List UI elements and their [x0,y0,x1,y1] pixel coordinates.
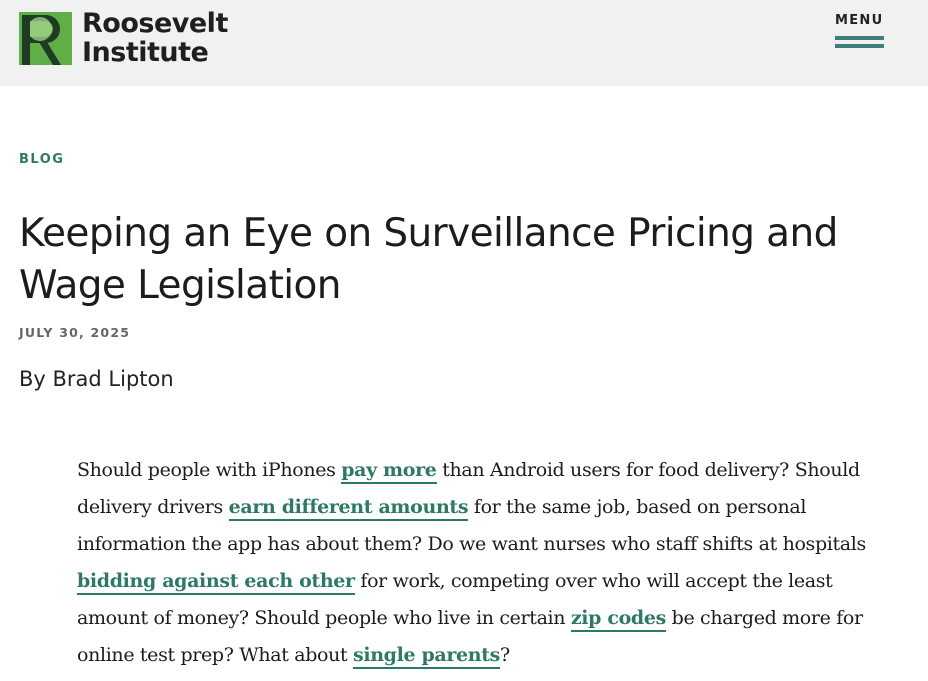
logo-line-2: Institute [82,37,209,68]
byline: By Brad Lipton [19,367,174,391]
site-header: Roosevelt Institute MENU [0,0,928,86]
inline-link[interactable]: earn different amounts [228,496,469,521]
hamburger-bar-bottom [835,44,884,48]
inline-link[interactable]: bidding against each other [77,570,355,595]
inline-link[interactable]: single parents [353,644,500,669]
inline-link[interactable]: zip codes [570,607,666,632]
author-link[interactable]: Brad Lipton [53,367,174,391]
hamburger-bar-top [835,36,884,40]
paragraph-text: ? [500,644,510,666]
logo-line-1: Roosevelt [82,8,228,39]
menu-button[interactable]: MENU [835,13,885,48]
publish-date: JULY 30, 2025 [19,325,131,340]
roosevelt-r-logo-icon [19,12,72,65]
article-paragraph: Should people with iPhones pay more than… [77,452,877,674]
hamburger-icon [835,36,885,48]
inline-link[interactable]: pay more [341,459,437,484]
paragraph-text: Should people with iPhones [77,459,342,481]
article-title: Keeping an Eye on Surveillance Pricing a… [19,211,838,308]
logo-wordmark: Roosevelt Institute [82,9,228,67]
byline-prefix: By [19,367,53,391]
site-logo[interactable]: Roosevelt Institute [19,9,228,67]
menu-label: MENU [835,13,884,28]
category-link[interactable]: BLOG [19,152,64,167]
